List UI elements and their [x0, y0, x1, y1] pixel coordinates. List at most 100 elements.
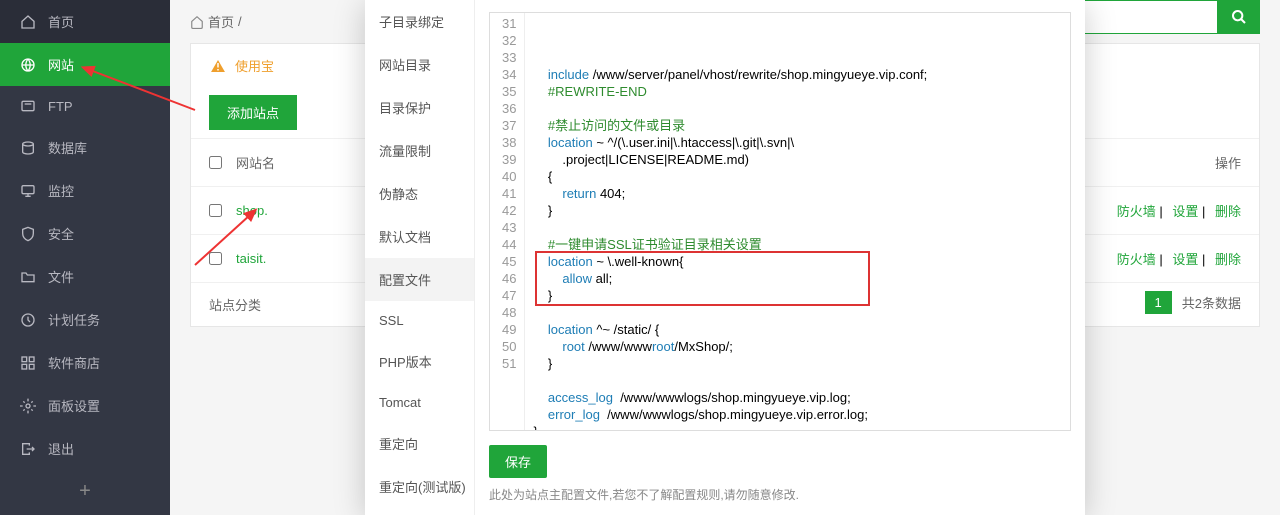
editor-code[interactable]: include /www/server/panel/vhost/rewrite/… [525, 13, 1070, 430]
code-line[interactable] [533, 304, 1062, 321]
sidebar-item-label: 监控 [48, 181, 74, 200]
modal-tab[interactable]: 重定向 [365, 422, 474, 465]
code-line[interactable]: location ~ \.well-known{ [533, 253, 1062, 270]
code-line[interactable]: #REWRITE-END [533, 83, 1062, 100]
code-line[interactable]: } [533, 423, 1062, 431]
modal-tab[interactable]: 子目录绑定 [365, 0, 474, 43]
clock-icon [20, 312, 36, 328]
code-line[interactable]: { [533, 168, 1062, 185]
folder-icon [20, 269, 36, 285]
code-line[interactable]: location ^~ /static/ { [533, 321, 1062, 338]
modal-tab[interactable]: 流量限制 [365, 129, 474, 172]
breadcrumb-sep: / [238, 14, 242, 29]
sidebar: 首页网站 FTP 数据库监控安全文件计划任务软件商店面板设置退出 + [0, 0, 170, 515]
pagination: 1 共2条数据 [1145, 291, 1241, 314]
home-icon [190, 15, 204, 29]
code-line[interactable]: root /www/wwwroot/MxShop/; [533, 338, 1062, 355]
page-current[interactable]: 1 [1145, 291, 1172, 314]
code-line[interactable]: #禁止访问的文件或目录 [533, 117, 1062, 134]
modal-tab[interactable]: SSL [365, 301, 474, 340]
modal-main: 3132333435363738394041424344454647484950… [475, 0, 1085, 515]
sidebar-item-label: 退出 [48, 439, 74, 458]
editor-gutter: 3132333435363738394041424344454647484950… [490, 13, 525, 430]
code-line[interactable]: } [533, 202, 1062, 219]
sidebar-item-monitor[interactable]: 监控 [0, 169, 170, 212]
code-line[interactable] [533, 100, 1062, 117]
site-name-link[interactable]: shop. [236, 203, 268, 218]
code-line[interactable] [533, 219, 1062, 236]
row-checkbox[interactable] [209, 252, 222, 265]
sidebar-item-db[interactable]: 数据库 [0, 126, 170, 169]
db-icon [20, 140, 36, 156]
sidebar-item-home[interactable]: 首页 [0, 0, 170, 43]
home-icon [20, 14, 36, 30]
code-line[interactable]: .project|LICENSE|README.md) [533, 151, 1062, 168]
globe-icon [20, 57, 36, 73]
op-settings[interactable]: 设置 [1172, 204, 1198, 219]
sidebar-item-label: 文件 [48, 267, 74, 286]
op-settings[interactable]: 设置 [1172, 252, 1198, 267]
modal-tab[interactable]: 重定向(测试版) [365, 465, 474, 508]
shield-icon [20, 226, 36, 242]
sidebar-item-label: FTP [48, 99, 73, 114]
sidebar-item-label: 首页 [48, 12, 74, 31]
op-firewall[interactable]: 防火墙 [1117, 204, 1156, 219]
config-editor[interactable]: 3132333435363738394041424344454647484950… [489, 12, 1071, 431]
th-ops: 操作 [1081, 153, 1241, 172]
sidebar-item-label: 计划任务 [48, 310, 100, 329]
code-line[interactable] [533, 372, 1062, 389]
save-button[interactable]: 保存 [489, 445, 547, 478]
code-line[interactable]: allow all; [533, 270, 1062, 287]
ftp-icon [20, 98, 36, 114]
breadcrumb-home[interactable]: 首页 [208, 12, 234, 31]
sidebar-item-folder[interactable]: 文件 [0, 255, 170, 298]
grid-icon [20, 355, 36, 371]
code-line[interactable]: include /www/server/panel/vhost/rewrite/… [533, 66, 1062, 83]
select-all-checkbox[interactable] [209, 156, 222, 169]
sidebar-item-label: 网站 [48, 55, 74, 74]
modal-tabs: 子目录绑定网站目录目录保护流量限制伪静态默认文档配置文件SSLPHP版本Tomc… [365, 0, 475, 515]
code-line[interactable]: } [533, 355, 1062, 372]
op-delete[interactable]: 删除 [1215, 204, 1241, 219]
sidebar-item-ftp[interactable]: FTP [0, 86, 170, 126]
sidebar-item-label: 面板设置 [48, 396, 100, 415]
warning-icon [209, 57, 227, 75]
sidebar-item-label: 安全 [48, 224, 74, 243]
add-site-button[interactable]: 添加站点 [209, 95, 297, 130]
code-line[interactable]: error_log /www/wwwlogs/shop.mingyueye.vi… [533, 406, 1062, 423]
exit-icon [20, 441, 36, 457]
code-line[interactable]: access_log /www/wwwlogs/shop.mingyueye.v… [533, 389, 1062, 406]
gear-icon [20, 398, 36, 414]
modal-tab[interactable]: Tomcat [365, 383, 474, 422]
modal-tab[interactable]: 伪静态 [365, 172, 474, 215]
modal-tab[interactable]: PHP版本 [365, 340, 474, 383]
op-delete[interactable]: 删除 [1215, 252, 1241, 267]
modal-tab[interactable]: 目录保护 [365, 86, 474, 129]
warning-text: 使用宝 [235, 56, 274, 75]
sidebar-item-label: 数据库 [48, 138, 87, 157]
code-line[interactable]: } [533, 287, 1062, 304]
modal-tab[interactable]: 配置文件 [365, 258, 474, 301]
search-button[interactable] [1218, 0, 1260, 34]
op-firewall[interactable]: 防火墙 [1117, 252, 1156, 267]
monitor-icon [20, 183, 36, 199]
sidebar-item-exit[interactable]: 退出 [0, 427, 170, 470]
search-icon [1231, 9, 1247, 25]
modal-tab[interactable]: 网站目录 [365, 43, 474, 86]
modal-tab[interactable]: 反向代理 [365, 508, 474, 515]
sidebar-item-shield[interactable]: 安全 [0, 212, 170, 255]
config-hint: 此处为站点主配置文件,若您不了解配置规则,请勿随意修改. [489, 486, 1071, 503]
code-line[interactable]: #一键申请SSL证书验证目录相关设置 [533, 236, 1062, 253]
code-line[interactable]: return 404; [533, 185, 1062, 202]
page-total: 共2条数据 [1182, 293, 1241, 312]
sidebar-item-gear[interactable]: 面板设置 [0, 384, 170, 427]
sidebar-item-clock[interactable]: 计划任务 [0, 298, 170, 341]
modal-tab[interactable]: 默认文档 [365, 215, 474, 258]
site-config-modal: 子目录绑定网站目录目录保护流量限制伪静态默认文档配置文件SSLPHP版本Tomc… [365, 0, 1085, 515]
sidebar-item-grid[interactable]: 软件商店 [0, 341, 170, 384]
site-name-link[interactable]: taisit. [236, 251, 266, 266]
sidebar-add[interactable]: + [0, 470, 170, 513]
code-line[interactable]: location ~ ^/(\.user.ini|\.htaccess|\.gi… [533, 134, 1062, 151]
row-checkbox[interactable] [209, 204, 222, 217]
sidebar-item-globe[interactable]: 网站 [0, 43, 170, 86]
